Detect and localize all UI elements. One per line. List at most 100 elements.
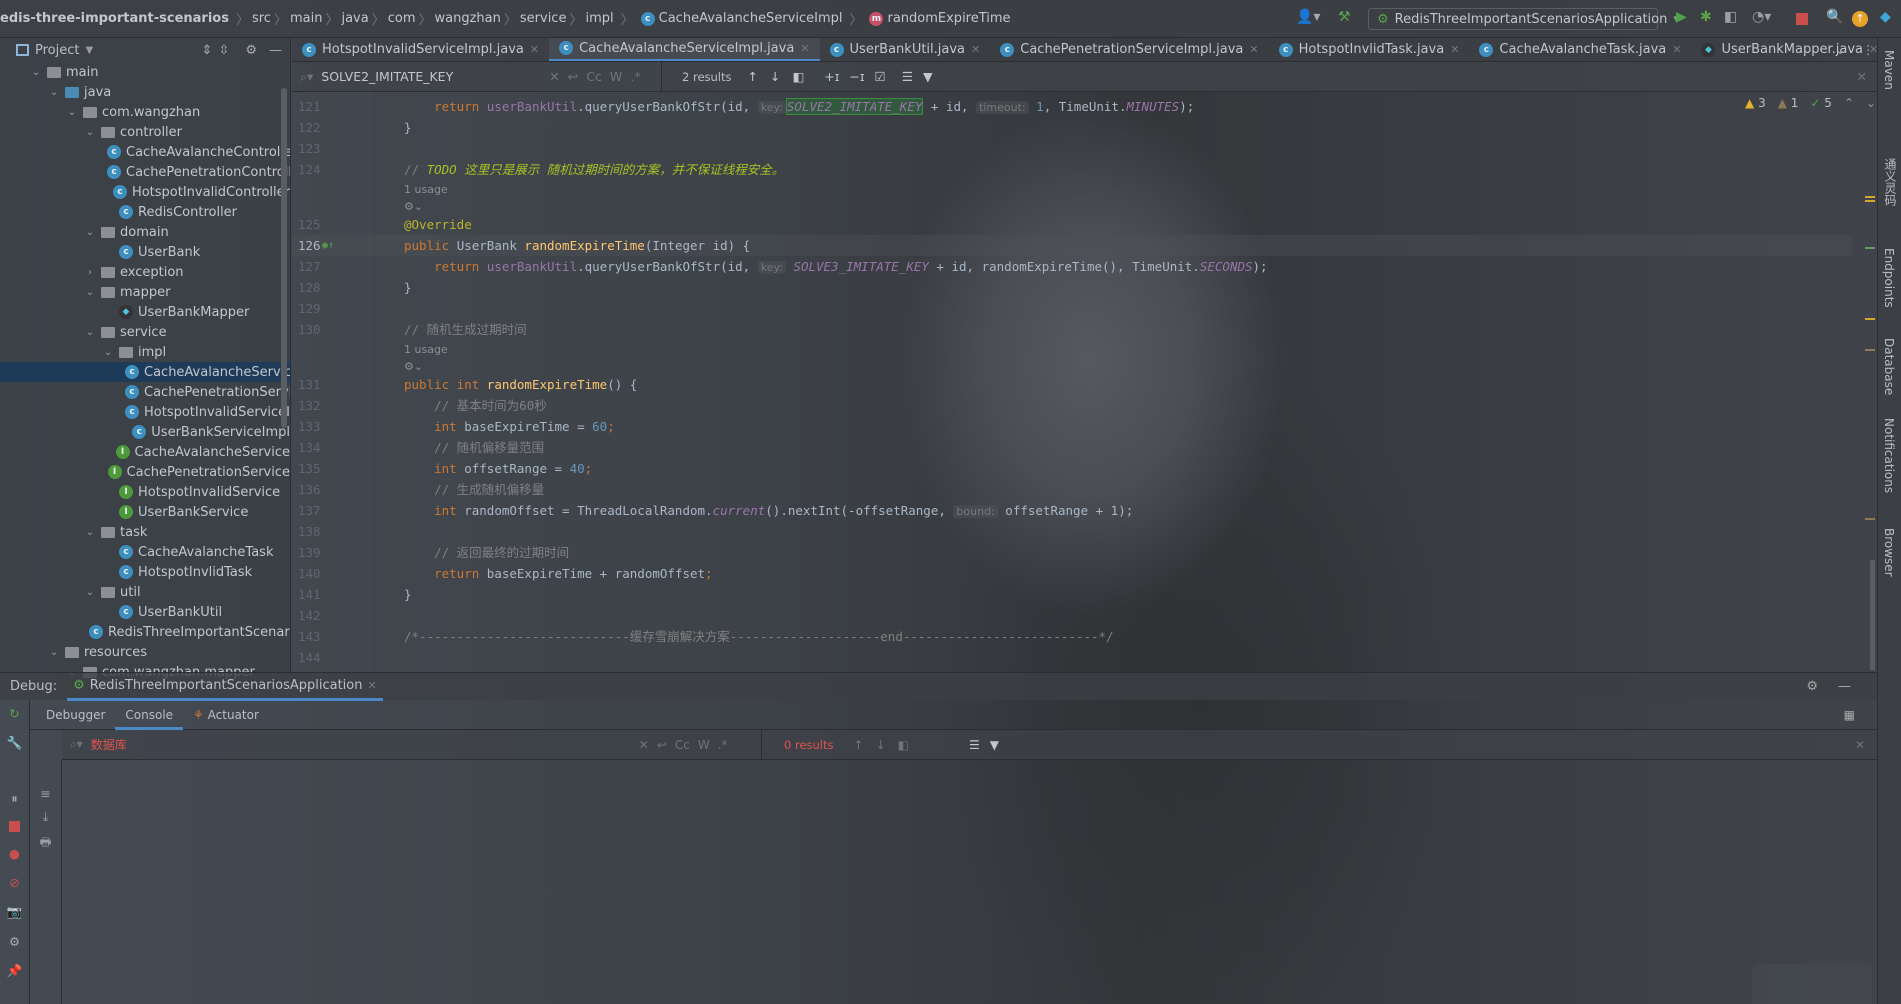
close-tab-icon[interactable]: ✕ [530, 43, 539, 56]
whole-words-toggle[interactable]: W [610, 69, 622, 84]
editor-scrollbar[interactable] [1870, 560, 1875, 670]
gear-icon[interactable]: ⚙ [1806, 679, 1818, 694]
chevron-down-icon[interactable]: ⌄ [84, 127, 96, 138]
breadcrumb-class[interactable]: CacheAvalancheServiceImpl [659, 11, 843, 26]
project-panel-title[interactable]: Project [35, 43, 79, 58]
tree-item[interactable]: › exception [0, 262, 290, 282]
breadcrumb-item[interactable]: java [341, 11, 368, 26]
tree-item[interactable]: ⌄ main [0, 62, 290, 82]
close-find-icon[interactable]: ✕ [1855, 738, 1865, 752]
close-icon[interactable]: ✕ [368, 679, 377, 692]
editor-tab[interactable]: c HotspotInvalidServiceImpl.java ✕ [292, 38, 549, 61]
warning-stripe-marker[interactable] [1865, 200, 1875, 202]
next-occurrence-icon[interactable]: ↓ [876, 738, 886, 752]
right-tool-通义灵码[interactable]: 通义灵码 [1882, 158, 1899, 206]
right-tool-database[interactable]: Database [1882, 338, 1896, 395]
tree-item[interactable]: ◆ UserBankMapper [0, 302, 290, 322]
tree-item[interactable]: c CacheAvalancheTask [0, 542, 290, 562]
close-tab-icon[interactable]: ✕ [1450, 43, 1459, 56]
close-find-icon[interactable]: ✕ [1857, 69, 1867, 84]
tree-item[interactable]: c HotspotInvlidTask [0, 562, 290, 582]
editor-tab[interactable]: c UserBankUtil.java ✕ [820, 38, 991, 61]
chevron-down-icon[interactable]: ⌄ [84, 527, 96, 538]
right-tool-browser[interactable]: Browser [1882, 528, 1896, 577]
camera-icon[interactable]: 📷 [7, 904, 23, 920]
breadcrumb-item[interactable]: impl [585, 11, 613, 26]
match-case-toggle[interactable]: Cc [586, 69, 602, 84]
build-hammer-icon[interactable]: ⚒ [1338, 9, 1351, 25]
user-icon[interactable]: 👤▾ [1296, 9, 1320, 25]
project-scrollbar[interactable] [281, 88, 287, 428]
wrench-icon[interactable]: 🔧 [7, 735, 23, 751]
implements-method-icon[interactable]: ◉↑ [322, 235, 334, 256]
pin-icon[interactable]: 📌 [7, 963, 23, 979]
console-search-input[interactable] [90, 737, 631, 752]
editor-tab[interactable]: c CacheAvalancheTask.java ✕ [1469, 38, 1691, 61]
ai-assistant-icon[interactable]: ◆ [1880, 9, 1891, 25]
select-all-occurrences-icon[interactable]: ◧ [792, 69, 804, 84]
chevron-down-icon[interactable]: ⌄ [48, 647, 60, 658]
stop-icon[interactable] [9, 821, 20, 832]
soft-wrap-icon[interactable]: ≡ [40, 786, 50, 801]
view-breakpoints-icon[interactable]: ● [9, 846, 20, 861]
breadcrumb-method[interactable]: randomExpireTime [887, 11, 1010, 26]
regex-toggle[interactable]: .* [630, 69, 640, 84]
tree-item[interactable]: ⌄ controller [0, 122, 290, 142]
breadcrumb-item[interactable]: service [520, 11, 567, 26]
inspection-widget[interactable]: ▲ 3 ▲ 1 ✓ 5 ⌃ ⌄ [1745, 96, 1876, 110]
new-line-icon[interactable]: ↩ [568, 69, 578, 84]
weak-warning-stripe-marker[interactable] [1865, 349, 1875, 351]
tree-item[interactable]: c CacheAvalancheServiceImpl [0, 362, 290, 382]
tree-item[interactable]: c CachePenetrationServiceImpl [0, 382, 290, 402]
chevron-down-icon[interactable]: ▼ [85, 45, 93, 56]
close-tab-icon[interactable]: ✕ [971, 43, 980, 56]
weak-warning-stripe-marker[interactable] [1865, 518, 1875, 520]
chevron-down-icon[interactable]: ⌄ [30, 67, 42, 78]
regex-toggle[interactable]: .* [718, 738, 728, 752]
previous-highlight-icon[interactable]: ⌃ [1844, 96, 1854, 110]
right-tool-endpoints[interactable]: Endpoints [1882, 248, 1896, 308]
warning-stripe-marker[interactable] [1865, 196, 1875, 198]
tree-item[interactable]: ⌄ util [0, 582, 290, 602]
filter-options-icon[interactable]: ☰ [969, 738, 980, 752]
gear-icon[interactable]: ⚙ [245, 43, 257, 58]
tree-item[interactable]: ⌄ task [0, 522, 290, 542]
close-tab-icon[interactable]: ✕ [1672, 43, 1681, 56]
tabs-overflow-chevron-icon[interactable]: ⌄ [1835, 42, 1845, 57]
usages-link[interactable]: 1 usage [404, 183, 448, 196]
close-tab-icon[interactable]: ✕ [1249, 43, 1258, 56]
next-highlight-icon[interactable]: ⌄ [1866, 96, 1876, 110]
tab-actuator[interactable]: ⚘ Actuator [183, 700, 269, 730]
chevron-down-icon[interactable]: ⌄ [84, 287, 96, 298]
console-output[interactable] [62, 760, 1877, 1004]
editor-tab[interactable]: ◆UserBankMapper.java✕ [1691, 38, 1877, 61]
tree-item[interactable]: c CacheAvalancheController [0, 142, 290, 162]
tree-item[interactable]: c RedisThreeImportantScenariosApplication [0, 622, 290, 642]
tree-item[interactable]: I HotspotInvalidService [0, 482, 290, 502]
clear-icon[interactable]: ✕ [639, 738, 649, 752]
tree-item[interactable]: c HotspotInvalidController [0, 182, 290, 202]
breadcrumb-item[interactable]: main [290, 11, 322, 26]
scroll-to-end-icon[interactable]: ⤓ [43, 809, 49, 825]
usages-link[interactable]: 1 usage [404, 343, 448, 356]
tree-item[interactable]: ⌄ domain [0, 222, 290, 242]
ok-stripe-marker[interactable] [1865, 247, 1875, 249]
tree-item[interactable]: ⌄ service [0, 322, 290, 342]
minimize-icon[interactable]: — [269, 43, 282, 58]
tree-item[interactable]: ⌄ java [0, 82, 290, 102]
coverage-icon[interactable]: ◧ [1724, 9, 1737, 25]
new-line-icon[interactable]: ↩ [657, 738, 667, 752]
next-occurrence-icon[interactable]: ↓ [770, 69, 780, 84]
floating-widget[interactable] [1752, 964, 1872, 1004]
run-icon[interactable]: ▶ [1676, 9, 1687, 25]
breadcrumb-project[interactable]: edis-three-important-scenarios [0, 11, 229, 26]
print-icon[interactable]: 🖶 [40, 833, 52, 854]
match-case-toggle[interactable]: Cc [675, 738, 690, 752]
ai-action-icon[interactable]: ⚙⌄ [404, 200, 423, 213]
search-icon[interactable]: 🔍 [1826, 9, 1843, 25]
close-tab-icon[interactable]: ✕ [800, 42, 809, 55]
previous-occurrence-icon[interactable]: ↑ [854, 738, 864, 752]
update-icon[interactable]: ↑ [1852, 11, 1868, 27]
right-tool-notifications[interactable]: Notifications [1882, 418, 1896, 493]
debug-session-tab[interactable]: ⚙ RedisThreeImportantScenariosApplicatio… [67, 673, 383, 701]
